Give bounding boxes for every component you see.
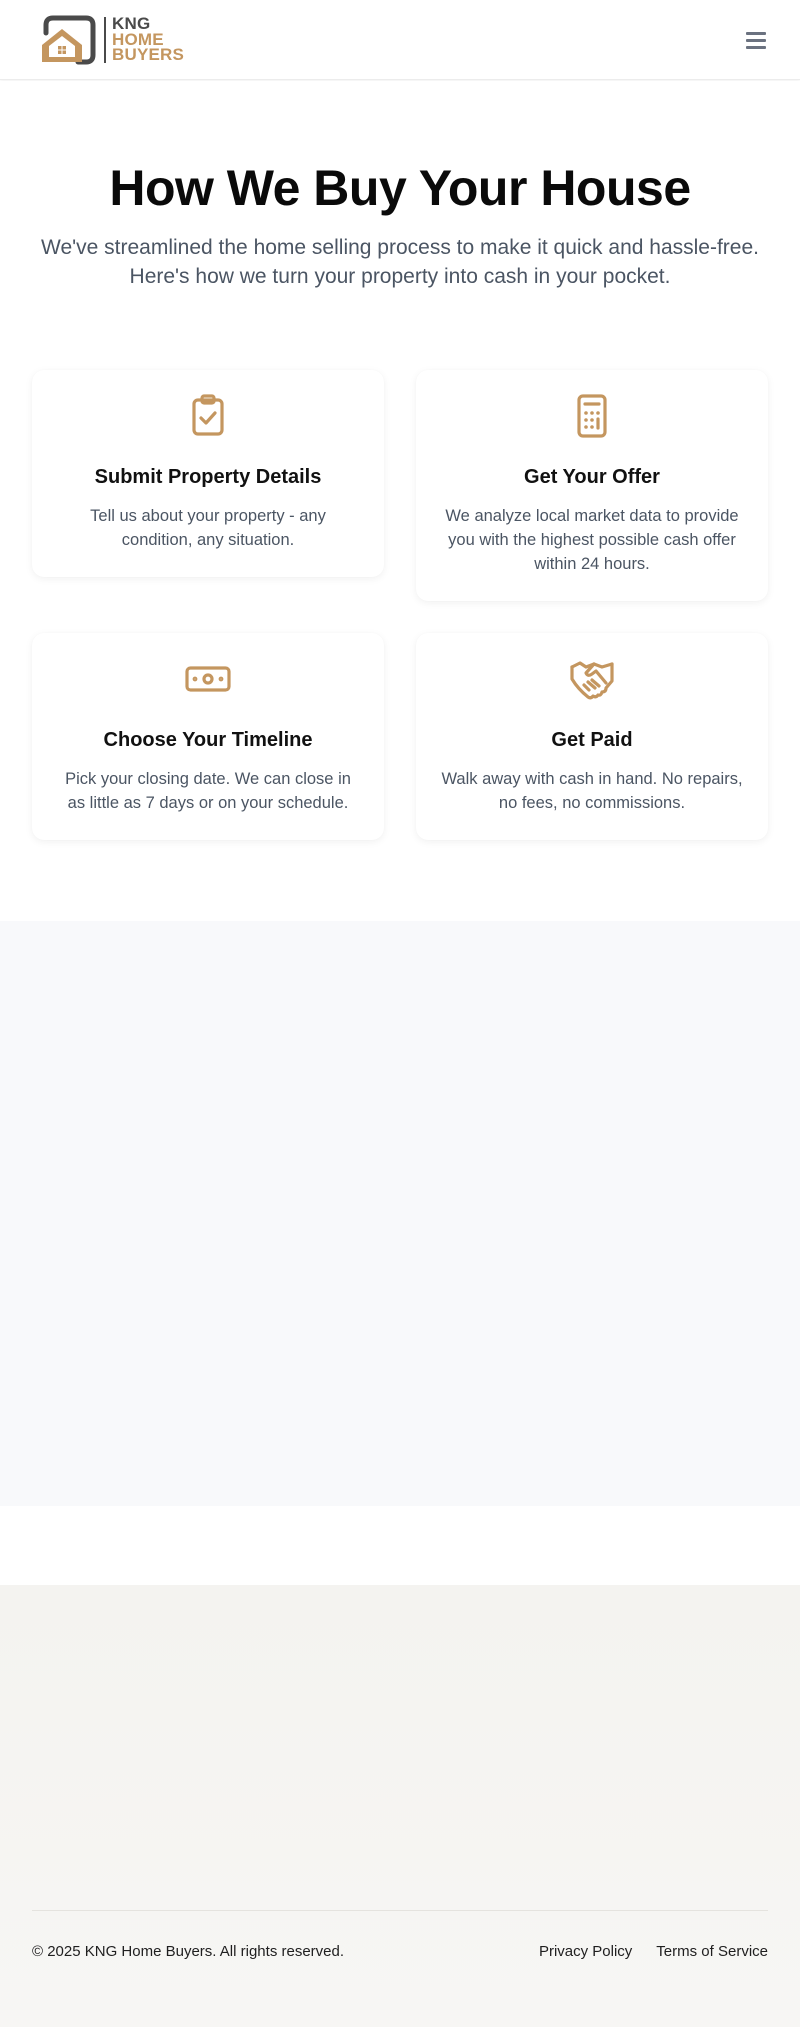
section-spacer [0,1506,800,1585]
step-title: Choose Your Timeline [103,729,313,751]
logo-divider [104,17,106,63]
section-title: How We Buy Your House [109,160,691,216]
step-text: We analyze local market data to provide … [445,507,739,573]
logo-line-3: BUYERS [112,45,185,64]
hamburger-menu-icon[interactable] [744,28,768,52]
step-card-submit-details: Submit Property Details Tell us about yo… [32,370,384,577]
step-title: Get Paid [551,729,633,751]
site-footer: © 2025 KNG Home Buyers. All rights reser… [0,1585,800,2027]
site-header: KNG HOME BUYERS [0,0,800,80]
step-text: Walk away with cash in hand. No repairs,… [441,770,743,812]
section-subtitle: We've streamlined the home selling proce… [41,236,759,288]
copyright-text: © 2025 KNG Home Buyers. All rights reser… [32,1943,345,1960]
logo[interactable]: KNG HOME BUYERS [40,15,190,65]
terms-of-service-link[interactable]: Terms of Service [656,1943,768,1960]
footer-links: Privacy Policy Terms of Service [539,1943,768,1960]
step-text: Tell us about your property - any condit… [90,507,326,549]
step-card-get-offer: Get Your Offer We analyze local market d… [416,370,768,601]
privacy-policy-link[interactable]: Privacy Policy [539,1943,632,1960]
step-card-choose-timeline: Choose Your Timeline Pick your closing d… [32,633,384,840]
footer-divider [32,1910,768,1911]
menu-bar [746,31,766,35]
menu-bar [746,45,766,49]
step-card-get-paid: Get Paid Walk away with cash in hand. No… [416,633,768,840]
step-text: Pick your closing date. We can close in … [65,770,351,812]
menu-bar [746,38,766,42]
step-title: Submit Property Details [94,466,322,488]
calculator-icon [577,394,607,438]
blank-content-section [0,921,800,1506]
handshake-icon [570,661,614,700]
logo-wordmark: KNG HOME BUYERS [112,15,185,64]
step-title: Get Your Offer [524,466,660,488]
house-logo-icon [42,15,96,65]
banknote-icon [185,666,231,692]
how-it-works-section: How We Buy Your House We've streamlined … [0,81,800,921]
clipboard-check-icon [192,394,224,436]
